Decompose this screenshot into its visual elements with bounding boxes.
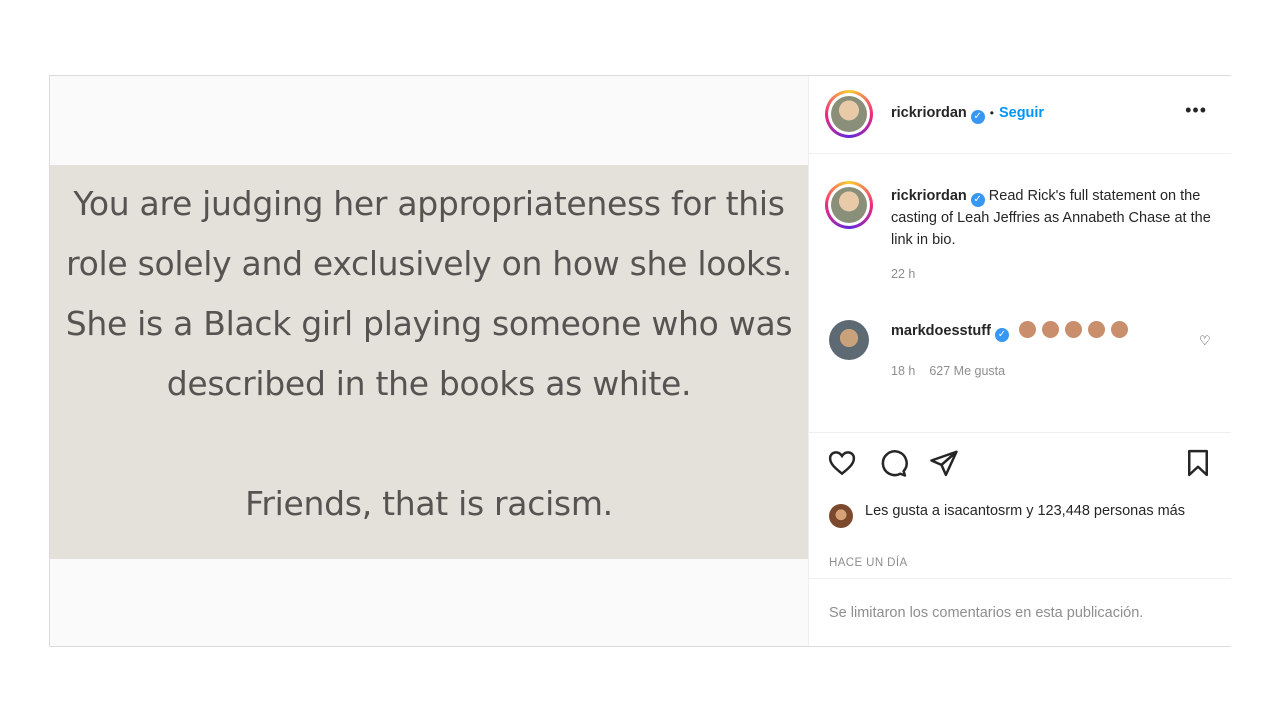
divider [809,432,1231,433]
instagram-post: You are judging her appropriateness for … [49,75,1231,647]
post-header: rickriordan ✓ • Seguir ••• [809,76,1231,154]
divider [809,578,1231,579]
verified-badge-icon: ✓ [970,193,985,207]
caption-time[interactable]: 22 h [891,263,1211,285]
quote-line-1: You are judging her appropriateness for … [73,184,785,223]
comment-icon[interactable] [878,448,908,478]
comment-meta: 18 h 627 Me gusta [891,364,1019,378]
commenter-username[interactable]: markdoesstuff [891,323,991,339]
quote-line-2: role solely and exclusively on how she l… [66,244,792,283]
quote-line-4: described in the books as white. [166,364,692,403]
clapping-hands-emoji-icon [1087,321,1105,338]
post-side-panel: rickriordan ✓ • Seguir ••• rickriordan ✓ Rea… [808,76,1231,646]
quote-line-3: She is a Black girl playing someone who … [65,304,793,343]
author-avatar[interactable] [825,90,873,138]
likes-text[interactable]: Les gusta a isacantosrm y 123,448 person… [865,500,1225,522]
comment-time[interactable]: 18 h [891,364,915,378]
comment: markdoesstuff ✓ [891,321,1128,342]
caption-avatar[interactable] [825,181,873,229]
comment-like-heart-icon[interactable]: ♡ [1199,333,1211,349]
author-username[interactable]: rickriordan [891,105,967,121]
clapping-hands-emoji-icon [1064,321,1082,338]
comments-limited-notice: Se limitaron los comentarios en esta pub… [829,605,1144,621]
header-separator: • [989,106,994,120]
commenter-avatar[interactable] [829,320,869,360]
clapping-hands-emoji-icon [1018,321,1036,338]
comment-likes[interactable]: 627 Me gusta [929,364,1005,378]
action-bar [809,448,1231,484]
quote-final-line: Friends, that is racism. [245,484,613,523]
comment-emoji-claps [1013,321,1128,339]
follow-button[interactable]: Seguir [999,105,1044,121]
clapping-hands-emoji-icon [1041,321,1059,338]
post-caption: rickriordan ✓ Read Rick's full statement … [891,185,1211,285]
like-heart-icon[interactable] [827,448,857,478]
share-icon[interactable] [929,448,959,478]
caption-username[interactable]: rickriordan [891,188,967,204]
clapping-hands-emoji-icon [1110,321,1128,338]
post-timestamp[interactable]: HACE UN DÍA [829,557,908,569]
verified-badge-icon: ✓ [970,110,985,124]
liker-avatar[interactable] [829,504,853,528]
quote-card: You are judging her appropriateness for … [50,165,808,559]
post-image[interactable]: You are judging her appropriateness for … [50,76,808,646]
more-options-icon[interactable]: ••• [1185,100,1207,121]
verified-badge-icon: ✓ [994,328,1009,342]
save-bookmark-icon[interactable] [1183,448,1213,478]
